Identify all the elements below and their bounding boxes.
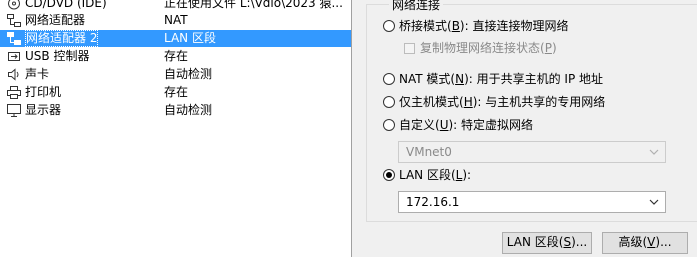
lan-segment-value: 172.16.1 (406, 195, 460, 209)
network-connection-group: 网络连接 桥接模式(B): 直接连接物理网络 复制物理网络连接状态(P) NAT… (366, 0, 697, 222)
device-summary: 存在 (164, 85, 189, 99)
custom-network-select[interactable]: VMnet0 (398, 141, 666, 163)
device-name: 显示器 (25, 103, 62, 117)
custom-network-value: VMnet0 (406, 145, 452, 159)
printer-icon (7, 86, 21, 99)
device-name: 网络适配器 2 (25, 30, 99, 47)
device-name: CD/DVD (IDE) (25, 0, 107, 10)
nat-label[interactable]: NAT 模式(N): 用于共享主机的 IP 地址 (399, 72, 603, 86)
replicate-state-checkbox[interactable] (404, 43, 415, 54)
device-summary: 正在使用文件 L:\Vdio\2023 猿... (164, 0, 343, 10)
cd-dvd-icon (8, 0, 20, 10)
device-name: 打印机 (25, 85, 62, 99)
device-row-usb[interactable]: USB 控制器 存在 (0, 48, 351, 65)
lan-segment-select[interactable]: 172.16.1 (398, 191, 666, 213)
lan-segment-radio[interactable] (383, 169, 395, 181)
network-adapter-icon (7, 14, 21, 27)
device-row-sound-card[interactable]: 声卡 自动检测 (0, 66, 351, 83)
device-name: 网络适配器 (25, 13, 86, 27)
bridged-radio[interactable] (383, 20, 395, 32)
host-only-radio[interactable] (383, 96, 395, 108)
network-connection-panel: 网络连接 桥接模式(B): 直接连接物理网络 复制物理网络连接状态(P) NAT… (352, 0, 697, 257)
device-row-network-adapter-2[interactable]: 网络适配器 2 LAN 区段 (0, 30, 351, 47)
device-summary: 存在 (164, 49, 189, 63)
monitor-icon (7, 104, 21, 117)
device-summary: 自动检测 (164, 103, 213, 117)
replicate-state-label: 复制物理网络连接状态(P) (420, 41, 557, 55)
lan-segments-button[interactable]: LAN 区段(S)... (502, 232, 592, 254)
chevron-down-icon (649, 149, 659, 155)
custom-label[interactable]: 自定义(U): 特定虚拟网络 (399, 118, 533, 132)
chevron-down-icon (649, 199, 659, 205)
custom-radio[interactable] (383, 119, 395, 131)
device-row-network-adapter[interactable]: 网络适配器 NAT (0, 12, 351, 29)
host-only-label[interactable]: 仅主机模式(H): 与主机共享的专用网络 (399, 95, 605, 109)
speaker-icon (8, 68, 19, 81)
device-row-printer[interactable]: 打印机 存在 (0, 84, 351, 101)
device-row-display[interactable]: 显示器 自动检测 (0, 102, 351, 119)
bridged-label[interactable]: 桥接模式(B): 直接连接物理网络 (399, 19, 568, 33)
device-row-cd-dvd[interactable]: CD/DVD (IDE) 正在使用文件 L:\Vdio\2023 猿... (0, 0, 351, 12)
group-title: 网络连接 (389, 0, 444, 11)
device-name: 声卡 (25, 67, 50, 81)
usb-icon (8, 52, 20, 61)
device-summary: NAT (164, 13, 188, 27)
device-list[interactable]: CD/DVD (IDE) 正在使用文件 L:\Vdio\2023 猿... 网络… (0, 0, 352, 257)
nat-radio[interactable] (383, 73, 395, 85)
device-summary: LAN 区段 (164, 31, 216, 45)
network-adapter-icon (7, 32, 21, 45)
advanced-button[interactable]: 高级(V)... (602, 232, 688, 254)
device-name: USB 控制器 (25, 49, 90, 63)
device-summary: 自动检测 (164, 67, 213, 81)
lan-segment-label[interactable]: LAN 区段(L): (399, 168, 471, 182)
